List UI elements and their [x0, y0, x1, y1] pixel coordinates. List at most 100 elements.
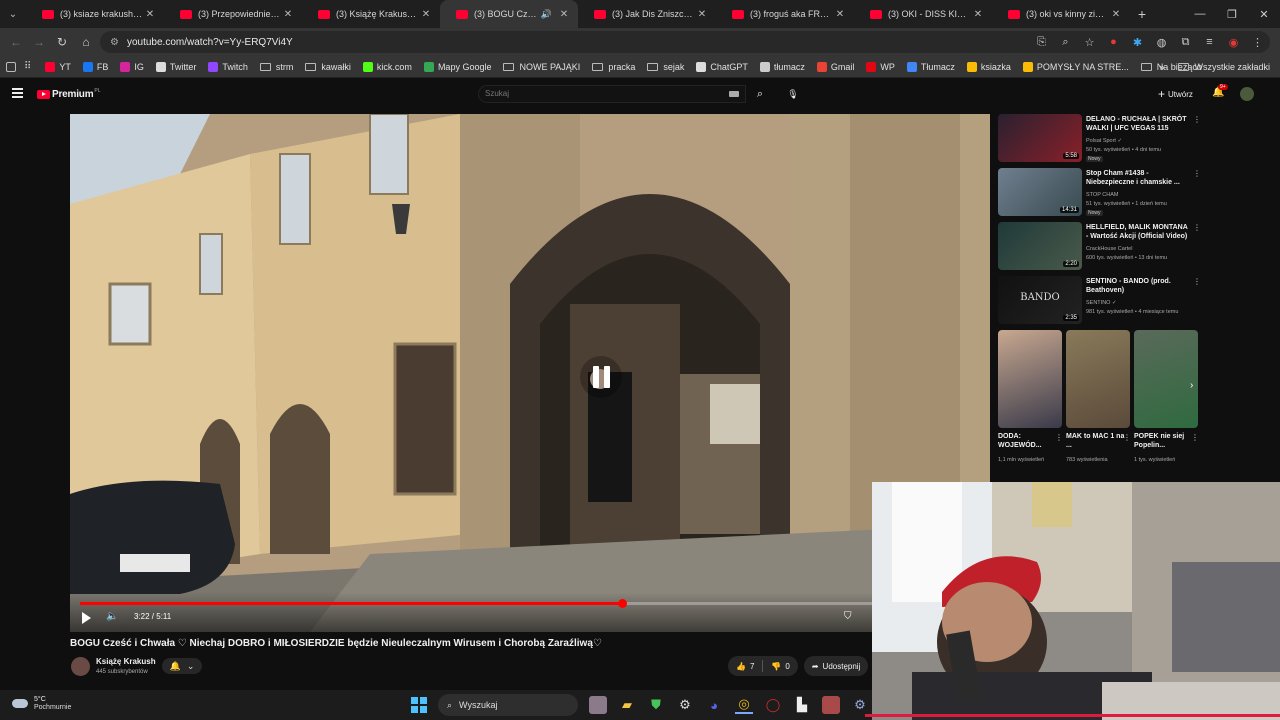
youtube-premium-logo[interactable]: Premium PL — [37, 88, 101, 100]
short-thumbnail[interactable] — [1066, 330, 1130, 428]
minimize-icon[interactable]: — — [1184, 0, 1216, 28]
opera-icon[interactable]: ◯ — [764, 696, 782, 714]
search-input[interactable]: Szukaj — [478, 85, 746, 103]
recommended-channel[interactable]: STOP CHAM — [1086, 192, 1119, 198]
bookmark-item[interactable]: YT — [45, 61, 71, 72]
bookmark-item[interactable]: tłumacz — [759, 61, 805, 72]
subscription-bell-button[interactable]: 🔔 ⌄ — [162, 658, 202, 674]
progress-bar[interactable] — [80, 599, 940, 608]
chrome-icon[interactable]: ◎ — [735, 696, 753, 714]
bookmark-item[interactable]: Twitter — [155, 61, 196, 72]
video-thumbnail[interactable]: BANDO 2:35 — [998, 276, 1082, 324]
chevron-right-icon[interactable]: › — [1190, 380, 1193, 391]
recommended-channel[interactable]: SENTINO ✓ — [1086, 300, 1117, 306]
extension-shield-icon[interactable]: ◍ — [1155, 36, 1168, 49]
bookmark-item[interactable]: IG — [120, 61, 144, 72]
file-explorer-icon[interactable]: ▰ — [618, 696, 636, 714]
settings-app-icon[interactable]: ⚙ — [676, 696, 694, 714]
browser-tab[interactable]: (3) froguś aka FROG wbija...✕ — [716, 0, 854, 28]
more-options-icon[interactable]: ⋮ — [1193, 169, 1201, 178]
close-tab-icon[interactable]: ✕ — [834, 9, 846, 20]
bookmark-item[interactable]: Twitch — [208, 61, 248, 72]
notion-icon[interactable]: ▙ — [793, 696, 811, 714]
new-tab-button[interactable]: + — [1130, 6, 1154, 22]
volume-icon[interactable]: 🔈 — [106, 611, 118, 622]
video-thumbnail[interactable]: 14:31 — [998, 168, 1082, 216]
menu-hamburger-icon[interactable] — [12, 88, 23, 100]
zoom-icon[interactable]: ⌕ — [1059, 36, 1072, 49]
video-thumbnail[interactable]: 5:58 — [998, 114, 1082, 162]
short-title[interactable]: DODA: WOJEWÓD... — [998, 432, 1058, 450]
notifications-bell-icon[interactable]: 🔔 9+ — [1212, 84, 1228, 98]
video-thumbnail[interactable]: 2:20 — [998, 222, 1082, 270]
recommended-title[interactable]: SENTINO - BANDO (prod. Beathoven) — [1086, 277, 1191, 295]
recommended-video[interactable]: 14:31 Stop Cham #1438 - Niebezpieczne i c… — [998, 168, 1203, 218]
app-photo-icon[interactable] — [589, 696, 607, 714]
home-icon[interactable]: ⌂ — [74, 30, 98, 54]
browser-tab[interactable]: (3) BOGU Cześć i Chwała🔊 ✕ — [440, 0, 578, 28]
recommended-title[interactable]: Stop Cham #1438 - Niebezpieczne i chamsk… — [1086, 169, 1191, 187]
recommended-video[interactable]: BANDO 2:35 SENTINO - BANDO (prod. Beathove… — [998, 276, 1203, 326]
like-button[interactable]: 👍 7 — [736, 662, 754, 671]
install-app-icon[interactable]: ⎘ — [1035, 36, 1048, 49]
pause-icon[interactable] — [580, 356, 622, 398]
recommended-video[interactable]: 5:58 DELANO - RUCHAŁA | SKRÓT WALKI | UFC… — [998, 114, 1203, 164]
browser-tab[interactable]: (3) Przepowiednie Prześwi...✕ — [164, 0, 302, 28]
windows-start-icon[interactable] — [411, 697, 427, 713]
recommended-title[interactable]: HELLFIELD, MALIK MONTANA - Wartość Akcji… — [1086, 223, 1191, 241]
create-button[interactable]: + Utwórz — [1158, 87, 1193, 101]
apps-grid-icon[interactable]: ⠿ — [24, 61, 31, 72]
shield-app-icon[interactable]: ⛊ — [647, 696, 665, 714]
browser-menu-icon[interactable]: ⋮ — [1251, 36, 1264, 49]
bookmark-item[interactable]: FB — [82, 61, 108, 72]
address-bar[interactable]: ⚙ youtube.com/watch?v=Yy-ERQ7Vi4Y ⎘ ⌕ ☆ … — [100, 31, 1270, 53]
dislike-button[interactable]: 👎 0 — [771, 662, 789, 671]
recommended-channel[interactable]: CrackHouse Cartel — [1086, 246, 1132, 252]
short-thumbnail[interactable] — [998, 330, 1062, 428]
speaker-icon[interactable]: 🔊 — [541, 9, 552, 20]
browser-tab[interactable]: (3) oki vs kinny zimmer -✕ — [992, 0, 1130, 28]
close-tab-icon[interactable]: ✕ — [420, 9, 432, 20]
back-icon[interactable]: ← — [4, 30, 28, 54]
more-options-icon[interactable]: ⋮ — [1193, 115, 1201, 124]
extension-record-icon[interactable]: ● — [1107, 36, 1120, 48]
scrubber-handle[interactable] — [617, 599, 627, 608]
close-tab-icon[interactable]: ✕ — [1110, 9, 1122, 20]
account-avatar[interactable] — [1240, 87, 1254, 101]
recommended-video[interactable]: 2:20 HELLFIELD, MALIK MONTANA - Wartość A… — [998, 222, 1203, 272]
bookmark-star-icon[interactable]: ☆ — [1083, 36, 1096, 49]
media-control-icon[interactable]: ≡ — [1203, 36, 1216, 48]
bookmark-item[interactable]: ChatGPT — [696, 61, 748, 72]
browser-tab[interactable]: (3) ksiaze krakush - YouTube✕ — [26, 0, 164, 28]
reload-icon[interactable]: ↻ — [50, 30, 74, 54]
short-thumbnail[interactable] — [1134, 330, 1198, 428]
channel-avatar[interactable] — [71, 657, 90, 676]
bookmark-item[interactable]: kawałki — [305, 62, 351, 72]
channel-name[interactable]: Książę Krakush — [96, 657, 156, 666]
weather-widget[interactable]: 5°C Pochmurnie — [12, 695, 71, 711]
browser-tab[interactable]: (3) Jak Dis Zniszczył Swoje...✕ — [578, 0, 716, 28]
video-player[interactable]: 🔈 3:22 / 5:11 ⛉ — [70, 114, 990, 632]
extensions-puzzle-icon[interactable]: ⧉ — [1179, 36, 1192, 49]
bookmark-item[interactable]: sejak — [647, 62, 684, 72]
site-info-icon[interactable]: ⚙ — [110, 37, 119, 48]
short-title[interactable]: MAK to MAC 1 na ... — [1066, 432, 1126, 450]
bookmark-item[interactable]: kick.com — [362, 61, 412, 72]
close-tab-icon[interactable]: ✕ — [282, 9, 294, 20]
more-options-icon[interactable]: ⋮ — [1193, 223, 1201, 232]
share-button[interactable]: ➦ Udostępnij — [803, 656, 869, 676]
tab-groups-icon[interactable] — [6, 61, 16, 72]
bookmark-item[interactable]: Tłumacz — [906, 61, 955, 72]
bookmark-item[interactable]: Gmail — [816, 61, 854, 72]
bookmarks-more-button[interactable]: » — [1159, 62, 1164, 72]
bookmark-item[interactable]: WP — [866, 61, 895, 72]
forward-icon[interactable]: → — [27, 30, 51, 54]
bookmark-item[interactable]: POMYSŁY NA STRE... — [1022, 61, 1129, 72]
app-red-icon[interactable] — [822, 696, 840, 714]
browser-tab[interactable]: (3) OKI - DISS KINNY ZIMM...✕ — [854, 0, 992, 28]
bookmark-item[interactable]: NOWE PAJĄKI — [503, 62, 580, 72]
browser-tab[interactable]: (3) Książę Krakush - YouTube✕ — [302, 0, 440, 28]
profile-icon[interactable]: ◉ — [1227, 36, 1240, 49]
tab-search-icon[interactable]: ⌄ — [0, 0, 26, 28]
play-icon[interactable] — [82, 612, 91, 624]
